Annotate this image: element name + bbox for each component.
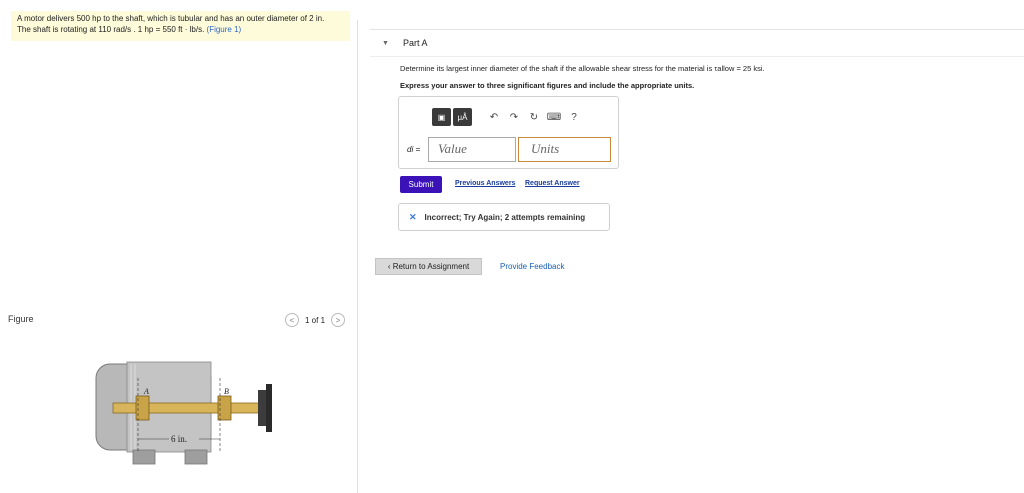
prev-figure-button[interactable]: < [285, 313, 299, 327]
motor-foot-left [132, 449, 156, 465]
label-b: B [224, 387, 229, 396]
figure-pager: < 1 of 1 > [285, 313, 346, 327]
dimension-label: 6 in. [171, 434, 187, 444]
instruction-text: Express your answer to three significant… [400, 81, 695, 90]
variable-label: di = [407, 145, 421, 154]
problem-line-2: The shaft is rotating at 110 rad/s . 1 h… [17, 24, 344, 35]
part-a-header[interactable]: ▼ Part A [370, 29, 1024, 57]
answer-toolbar: ▣ μÅ ↶ ↷ ↻ ⌨ ? [432, 108, 584, 126]
figure-link[interactable]: (Figure 1) [207, 25, 242, 34]
question-text: Determine its largest inner diameter of … [400, 64, 765, 73]
label-a: A [143, 387, 149, 396]
pulley-hub [258, 390, 266, 426]
redo-icon[interactable]: ↷ [504, 108, 524, 126]
part-a-title: Part A [402, 38, 428, 48]
problem-line-2-text: The shaft is rotating at 110 rad/s . 1 h… [17, 25, 205, 34]
next-figure-button[interactable]: > [331, 313, 346, 327]
tubular-shaft [112, 402, 264, 414]
undo-icon[interactable]: ↶ [484, 108, 504, 126]
provide-feedback-link[interactable]: Provide Feedback [500, 262, 564, 271]
request-answer-link[interactable]: Request Answer [525, 180, 580, 187]
previous-answers-link[interactable]: Previous Answers [455, 180, 515, 187]
figure-label: Figure [8, 314, 34, 324]
reset-icon[interactable]: ↻ [524, 108, 544, 126]
panel-divider [357, 20, 358, 493]
problem-statement: A motor delivers 500 hp to the shaft, wh… [11, 11, 350, 41]
return-to-assignment-button[interactable]: ‹ Return to Assignment [375, 258, 482, 275]
help-icon[interactable]: ? [564, 108, 584, 126]
problem-line-1: A motor delivers 500 hp to the shaft, wh… [17, 14, 325, 23]
value-input[interactable]: Value [428, 137, 516, 162]
motor-foot-right [184, 449, 208, 465]
units-icon[interactable]: μÅ [453, 108, 472, 126]
feedback-text: Incorrect; Try Again; 2 attempts remaini… [424, 212, 586, 222]
feedback-message: ✕ Incorrect; Try Again; 2 attempts remai… [398, 203, 610, 231]
incorrect-icon: ✕ [409, 211, 417, 222]
motor-shaft-figure: A B 6 in. [95, 361, 272, 465]
figure-page-count: 1 of 1 [305, 315, 326, 325]
submit-button[interactable]: Submit [400, 176, 442, 193]
templates-icon[interactable]: ▣ [432, 108, 451, 126]
units-input[interactable]: Units [518, 137, 611, 162]
pulley [266, 384, 272, 432]
collapse-triangle-icon[interactable]: ▼ [382, 40, 389, 47]
keyboard-icon[interactable]: ⌨ [544, 108, 564, 126]
